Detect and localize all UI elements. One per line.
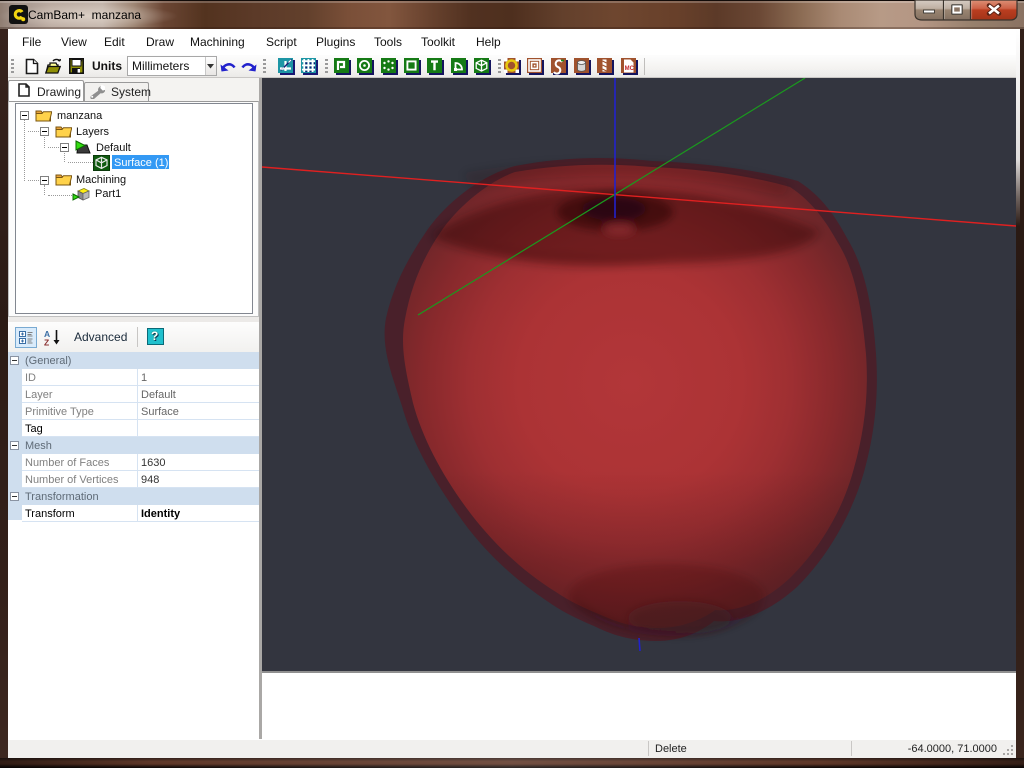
svg-text:Z: Z bbox=[44, 338, 49, 347]
svg-text:MC: MC bbox=[625, 66, 635, 72]
